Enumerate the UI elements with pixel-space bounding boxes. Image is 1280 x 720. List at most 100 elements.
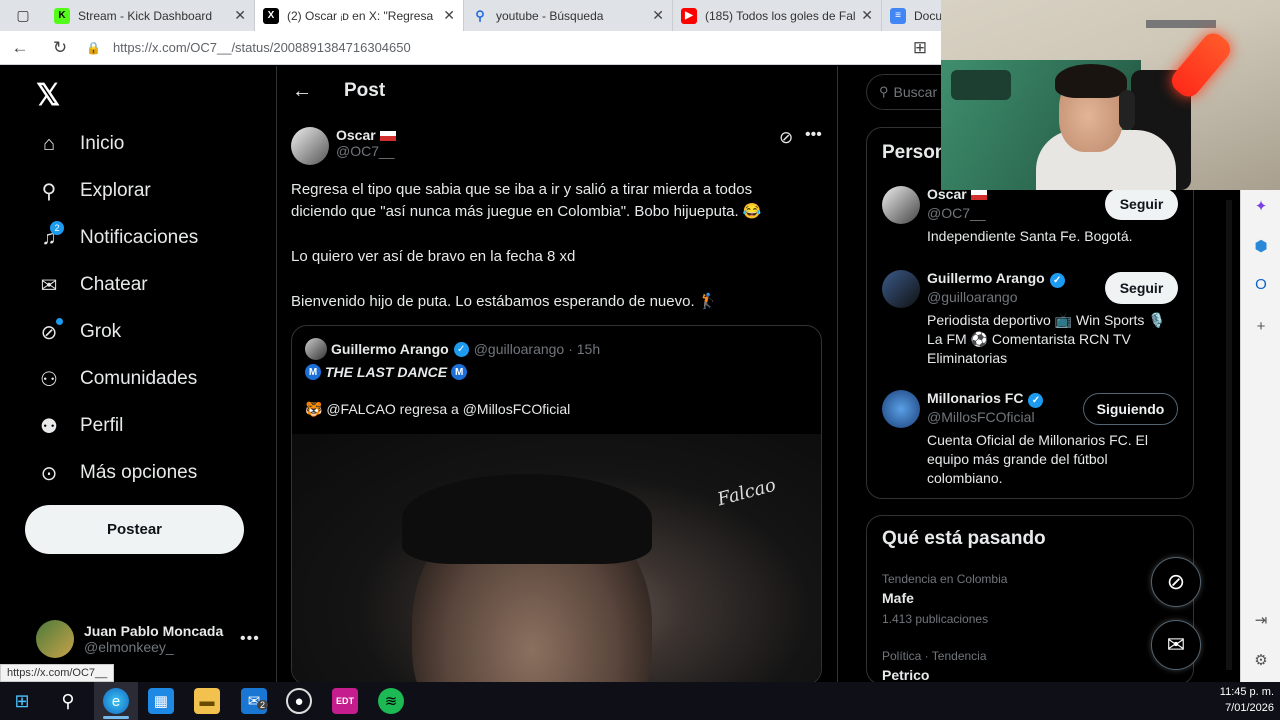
spotify-icon[interactable]: ≋: [378, 688, 404, 714]
account-bio: Cuenta Oficial de Millonarios FC. El equ…: [927, 432, 1148, 486]
search-icon[interactable]: ⚲: [55, 688, 81, 714]
quoted-post[interactable]: Guillermo Arango ✓ @guilloarango · 15h M…: [291, 325, 822, 685]
trend-name[interactable]: Mafe: [882, 590, 914, 606]
system-clock[interactable]: 11:45 p. m. 7/01/2026: [1220, 684, 1274, 716]
close-tab-icon[interactable]: ✕: [652, 7, 664, 24]
more-icon[interactable]: •••: [240, 630, 260, 648]
settings-icon[interactable]: ⚙: [1251, 650, 1271, 670]
sidebar-item-label: Chatear: [80, 274, 148, 295]
back-icon[interactable]: ←: [0, 38, 40, 58]
verified-icon: ✓: [1028, 393, 1044, 408]
search-icon: ⚲: [475, 7, 485, 23]
more-circle-icon: ⊙: [40, 462, 58, 485]
streamer-hair: [1055, 64, 1127, 98]
follow-button[interactable]: Seguir: [1105, 272, 1178, 304]
search-icon: ⚲: [879, 84, 889, 99]
scrollbar[interactable]: [1222, 190, 1236, 682]
person-icon: ⚉: [40, 415, 58, 438]
trends-panel: Qué está pasando Tendencia en Colombia M…: [866, 515, 1194, 685]
quote-author-name: Guillermo Arango: [331, 341, 449, 357]
follow-button[interactable]: Seguir: [1105, 188, 1178, 220]
sidebar-item-label: Perfil: [80, 415, 124, 436]
tab-actions-icon[interactable]: ▢: [0, 0, 46, 31]
account-handle: @OC7__: [927, 205, 986, 221]
url-text: https://x.com/OC7__/status/2008891384716…: [112, 40, 411, 55]
outlook-icon[interactable]: O: [1251, 274, 1271, 294]
grok-icon[interactable]: ⊘: [779, 128, 793, 148]
avatar[interactable]: [291, 127, 329, 165]
add-icon[interactable]: +: [1251, 316, 1271, 336]
copilot-icon[interactable]: ✦: [1251, 196, 1271, 216]
following-button[interactable]: Siguiendo: [1083, 393, 1178, 425]
more-icon[interactable]: •••: [805, 126, 822, 144]
post-button[interactable]: Postear: [25, 505, 244, 554]
docs-icon: ≡: [890, 7, 906, 24]
x-icon: X: [263, 7, 279, 24]
avatar: [882, 390, 920, 428]
quote-time: · 15h: [568, 341, 601, 357]
youtube-icon: ▶: [681, 7, 697, 24]
tab-x-post[interactable]: X (2) Oscar ᵢᴅ en X: "Regresa el ✕: [255, 0, 464, 31]
sidebar-item-inicio[interactable]: ⌂ Inicio: [36, 126, 124, 162]
mail-icon[interactable]: ✉: [1151, 620, 1201, 670]
account-switcher[interactable]: Juan Pablo Moncada @elmonkeey_ •••: [36, 620, 259, 658]
back-arrow-icon[interactable]: ←: [292, 80, 312, 103]
obs-icon[interactable]: ●: [286, 688, 312, 714]
tab-youtube-search[interactable]: ⚲ youtube - Búsqueda ✕: [464, 0, 673, 31]
sidebar-item-notificaciones[interactable]: ♫ 2 Notificaciones: [36, 220, 198, 256]
edge-icon[interactable]: e: [103, 688, 129, 714]
player-hair: [402, 474, 652, 564]
author-handle[interactable]: @OC7__: [336, 143, 396, 159]
scrollbar-thumb[interactable]: [1226, 200, 1232, 670]
account-bio: Periodista deportivo 📺 Win Sports 🎙️ La …: [927, 312, 1166, 366]
sidebar-item-perfil[interactable]: ⚉ Perfil: [36, 408, 123, 444]
avatar: [36, 620, 74, 658]
post-text-line: Lo quiero ver así de bravo en la fecha 8…: [291, 248, 576, 265]
page-title: Post: [344, 80, 386, 101]
shelf: [1146, 20, 1216, 28]
grok-icon[interactable]: ⊘: [1151, 557, 1201, 607]
sidebar-item-mas-opciones[interactable]: ⊙ Más opciones: [36, 455, 198, 491]
mail-app-icon[interactable]: ✉ 2: [241, 688, 269, 714]
bell-icon: ♫ 2: [36, 220, 64, 250]
tab-title: Stream - Kick Dashboard: [78, 8, 213, 23]
folder-icon[interactable]: ▬: [194, 688, 220, 714]
windows-start-icon[interactable]: ⊞: [9, 688, 35, 714]
trend-count: 1.413 publicaciones: [882, 612, 989, 626]
author-name[interactable]: Oscar: [336, 127, 376, 143]
account-handle: @guilloarango: [927, 289, 1018, 305]
grok-icon: ⊘: [36, 317, 63, 345]
clock-date: 7/01/2026: [1225, 702, 1274, 714]
close-tab-icon[interactable]: ✕: [861, 7, 873, 24]
verified-icon: ✓: [1049, 273, 1065, 288]
millonarios-icon: M: [451, 364, 468, 380]
split-screen-icon[interactable]: ⊞: [900, 38, 940, 58]
trend-name[interactable]: Petrico: [882, 667, 929, 683]
sidebar-item-comunidades[interactable]: ⚇ Comunidades: [36, 361, 197, 397]
streaming-app-icon[interactable]: EDT: [332, 688, 358, 714]
store-icon[interactable]: ▦: [148, 688, 174, 714]
kick-icon: K: [54, 7, 70, 24]
sidebar-item-grok[interactable]: ⊘ Grok: [36, 314, 121, 350]
x-logo-icon[interactable]: 𝕏: [36, 78, 60, 113]
sidebar-toggle-icon[interactable]: ⇥: [1251, 610, 1271, 630]
sidebar-item-explorar[interactable]: ⚲ Explorar: [36, 173, 151, 209]
account-bio: Independiente Santa Fe. Bogotá.: [927, 228, 1133, 244]
close-tab-icon[interactable]: ✕: [443, 7, 455, 24]
search-icon: ⚲: [41, 180, 57, 203]
close-tab-icon[interactable]: ✕: [234, 7, 246, 24]
tab-youtube-video[interactable]: ▶ (185) Todos los goles de Falca ✕: [673, 0, 882, 31]
tab-kick[interactable]: K Stream - Kick Dashboard ✕: [46, 0, 255, 31]
account-name: Juan Pablo Moncada: [84, 623, 224, 639]
quote-image[interactable]: Falcao: [292, 434, 821, 684]
pillow: [951, 70, 1011, 100]
account-handle: @elmonkeey_: [84, 639, 174, 655]
games-icon[interactable]: ⬢: [1251, 236, 1271, 256]
reload-icon[interactable]: ↻: [40, 38, 80, 58]
trend-context: Tendencia en Colombia: [882, 572, 1008, 586]
post-author[interactable]: Oscar @OC7__: [291, 127, 396, 165]
search-input[interactable]: ⚲ Buscar: [866, 74, 946, 110]
sidebar-item-chatear[interactable]: ✉ Chatear: [36, 267, 148, 303]
quote-author-handle: @guilloarango: [473, 341, 565, 357]
url-field[interactable]: 🔒 https://x.com/OC7__/status/20088913847…: [86, 35, 900, 61]
